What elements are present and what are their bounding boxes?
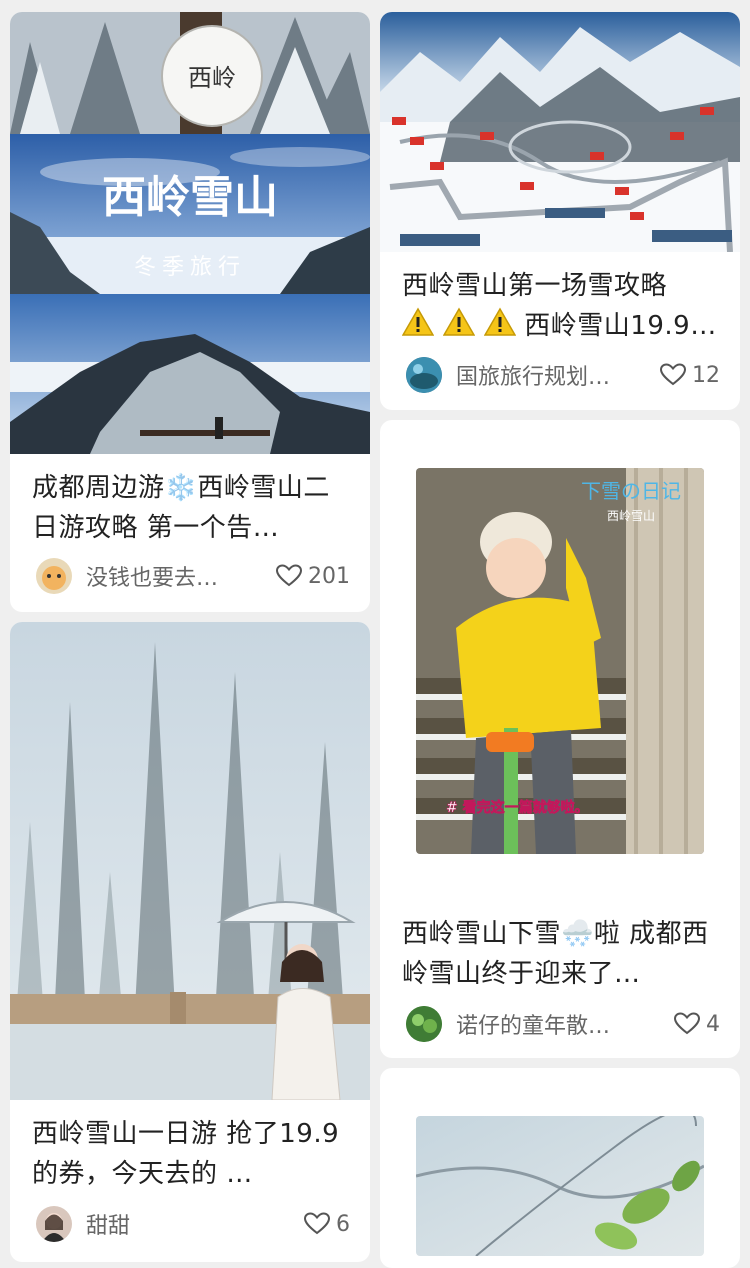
post-title-line2: 西岭雪山19.9… bbox=[524, 311, 717, 341]
like-count: 12 bbox=[692, 362, 720, 388]
heart-icon bbox=[276, 564, 302, 587]
post-title[interactable]: 西岭雪山一日游 抢了19.9的券，今天去的 … bbox=[32, 1114, 350, 1194]
post-title[interactable]: 西岭雪山第一场雪攻略 西岭雪山19.9… bbox=[402, 266, 720, 346]
image-overlay-title: 下雪の日记 bbox=[581, 479, 681, 503]
post-meta: 国旅旅行规划… 12 bbox=[406, 355, 720, 395]
heart-icon bbox=[304, 1212, 330, 1235]
post-card[interactable]: 西岭雪山第一场雪攻略 西岭雪山19.9… 国旅旅行规划… 12 bbox=[380, 12, 740, 410]
post-cover-image[interactable]: 西岭 西岭雪山 冬季旅行 bbox=[10, 12, 370, 454]
image-overlay-subtitle: 西岭雪山 bbox=[607, 509, 655, 523]
heart-icon bbox=[660, 363, 686, 386]
like-button[interactable]: 201 bbox=[276, 564, 350, 589]
author-name[interactable]: 国旅旅行规划… bbox=[456, 359, 616, 391]
post-title[interactable]: 成都周边游❄️西岭雪山二日游攻略 第一个告… bbox=[32, 468, 350, 548]
avatar[interactable] bbox=[406, 1006, 442, 1042]
avatar[interactable] bbox=[36, 1206, 72, 1242]
author-name[interactable]: 没钱也要去… bbox=[86, 560, 246, 592]
like-count: 6 bbox=[336, 1211, 350, 1237]
post-card[interactable]: # 看完这一篇就够啦。 下雪の日记 西岭雪山 西岭雪山下雪🌨️啦 成都西岭雪山终… bbox=[380, 420, 740, 1058]
post-card[interactable] bbox=[380, 1068, 740, 1268]
image-caption: # 看完这一篇就够啦。 bbox=[446, 799, 589, 816]
sign-text: 西岭 bbox=[188, 64, 236, 92]
post-meta: 甜甜 6 bbox=[36, 1204, 350, 1244]
post-cover-image[interactable]: # 看完这一篇就够啦。 下雪の日记 西岭雪山 bbox=[416, 468, 704, 854]
post-cover-image[interactable] bbox=[380, 12, 740, 252]
like-button[interactable]: 12 bbox=[660, 363, 720, 388]
heart-icon bbox=[674, 1012, 700, 1035]
avatar[interactable] bbox=[406, 357, 442, 393]
author-name[interactable]: 诺仔的童年散… bbox=[456, 1008, 616, 1040]
warning-icon bbox=[402, 307, 434, 336]
like-button[interactable]: 4 bbox=[674, 1012, 720, 1037]
warning-icons bbox=[402, 307, 524, 341]
like-button[interactable]: 6 bbox=[304, 1212, 350, 1237]
warning-icon bbox=[483, 307, 516, 336]
banner-subtitle: 冬季旅行 bbox=[134, 255, 246, 280]
warning-icon bbox=[442, 307, 475, 336]
post-card[interactable]: 西岭雪山一日游 抢了19.9的券，今天去的 … 甜甜 6 bbox=[10, 622, 370, 1262]
avatar[interactable] bbox=[36, 558, 72, 594]
post-title[interactable]: 西岭雪山下雪🌨️啦 成都西岭雪山终于迎来了… bbox=[402, 914, 720, 994]
author-name[interactable]: 甜甜 bbox=[86, 1208, 246, 1240]
post-meta: 诺仔的童年散… 4 bbox=[406, 1004, 720, 1044]
post-cover-image[interactable] bbox=[10, 622, 370, 1100]
banner-title: 西岭雪山 bbox=[102, 172, 278, 223]
post-cover-image[interactable] bbox=[416, 1116, 704, 1256]
post-title-line1: 西岭雪山第一场雪攻略 bbox=[402, 271, 668, 301]
like-count: 4 bbox=[706, 1011, 720, 1037]
like-count: 201 bbox=[308, 563, 350, 589]
post-card[interactable]: 西岭 西岭雪山 冬季旅行 成都周边游❄️西岭雪山二日游攻略 第一个告… 没钱也要… bbox=[10, 12, 370, 612]
post-meta: 没钱也要去… 201 bbox=[36, 556, 350, 596]
